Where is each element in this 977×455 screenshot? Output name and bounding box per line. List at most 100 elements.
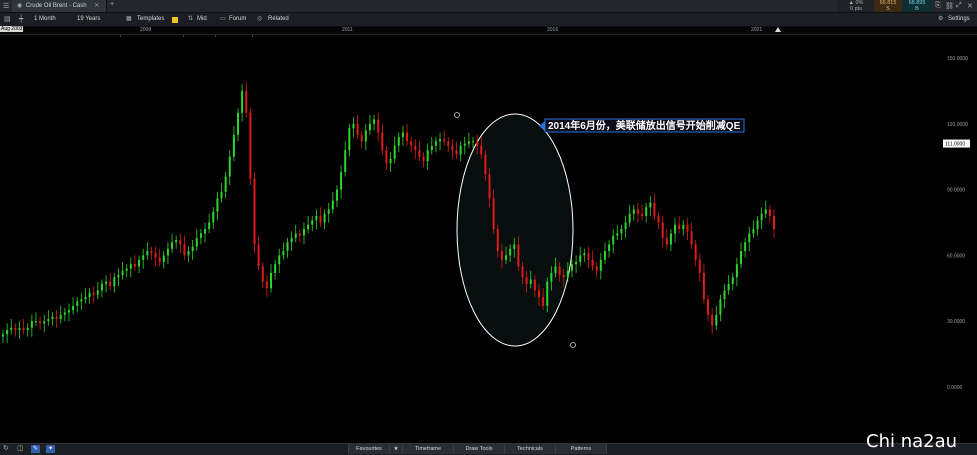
candle — [484, 154, 487, 175]
candle — [43, 321, 46, 324]
hamburger-icon[interactable]: ☰ — [3, 2, 9, 10]
candle — [146, 251, 149, 256]
candle — [96, 290, 99, 295]
forum-button[interactable]: Forum — [229, 13, 246, 26]
candle — [550, 272, 553, 282]
candle — [566, 270, 569, 278]
candle — [744, 242, 747, 252]
candle — [10, 327, 13, 330]
candle — [587, 253, 590, 260]
candle — [608, 244, 611, 252]
price-tick-label: 60.0000 — [947, 253, 965, 259]
candle — [554, 266, 557, 273]
candle — [257, 244, 260, 267]
candle — [245, 90, 248, 113]
candle — [348, 128, 351, 151]
forum-icon: ▭ — [220, 16, 226, 22]
candle — [760, 213, 763, 221]
candle — [669, 233, 672, 245]
instrument-tab[interactable]: ◉ Crude Oil Brent - Cash ✕ — [12, 0, 107, 12]
candle — [105, 281, 108, 284]
favourites-tab[interactable]: Favourites — [348, 444, 390, 454]
buy-price-button[interactable]: 68.895 B — [903, 0, 931, 12]
candle — [773, 215, 775, 230]
candle — [80, 299, 83, 302]
candle — [690, 231, 693, 245]
instrument-tab-label: Crude Oil Brent - Cash — [25, 3, 87, 9]
candle — [171, 242, 174, 249]
candle — [434, 141, 437, 146]
change-panel: ▲ 0% 0 pts — [838, 0, 874, 12]
candle — [641, 213, 644, 216]
price-chart[interactable]: 2014年6月份，美联储放出信号开始削减QE 150.0000 120.0000 9… — [0, 35, 977, 443]
price-type-select[interactable]: Mid — [197, 13, 207, 26]
candle — [426, 150, 429, 162]
drawing-handle[interactable] — [454, 112, 460, 118]
camera-icon[interactable]: ◫ — [17, 444, 24, 452]
magic-icon[interactable]: ✦ — [46, 445, 55, 453]
year-label: 2008 — [140, 27, 152, 33]
candle — [335, 189, 338, 201]
settings-button[interactable]: Settings — [948, 13, 970, 26]
trade-badge-icon[interactable] — [172, 17, 178, 23]
scroll-marker-icon[interactable] — [775, 27, 781, 32]
templates-icon: ▦ — [126, 16, 132, 22]
candle — [220, 191, 223, 199]
candle — [406, 132, 409, 142]
candle — [682, 224, 685, 230]
candle — [748, 233, 751, 243]
candle — [521, 266, 524, 278]
add-tab-icon[interactable]: + — [110, 1, 114, 8]
candle — [84, 297, 87, 300]
chart-type-icon[interactable]: ▤ — [4, 15, 11, 23]
candle — [537, 290, 540, 298]
candle — [459, 145, 462, 155]
price-tick-label: 30.0000 — [947, 319, 965, 325]
annotation-text: 2014年6月份，美联储放出信号开始削减QE — [548, 119, 741, 132]
sell-price-button[interactable]: 66.815 S — [874, 0, 902, 12]
related-button[interactable]: Related — [268, 13, 289, 26]
candle — [208, 222, 211, 230]
buy-label: B — [915, 6, 919, 12]
candle — [632, 209, 635, 214]
crosshair-icon[interactable]: ┿ — [19, 15, 23, 23]
candle — [319, 215, 322, 223]
detach-icon[interactable]: ⎘ — [935, 2, 941, 10]
templates-button[interactable]: Templates — [137, 13, 164, 26]
star-icon[interactable]: ★ — [389, 444, 403, 454]
settings-icon: ⚙ — [938, 16, 944, 22]
candle — [228, 156, 231, 177]
candle — [579, 255, 582, 262]
candle — [175, 240, 178, 243]
candle — [191, 246, 194, 252]
candle — [117, 275, 120, 278]
candle — [142, 255, 145, 260]
link-icon[interactable]: ⛓ — [945, 2, 954, 10]
candle — [232, 134, 235, 157]
close-icon[interactable]: ✕ — [967, 2, 973, 10]
patterns-tab[interactable]: Patterns — [555, 444, 607, 454]
popout-icon[interactable]: ⤢ — [956, 2, 962, 10]
candle — [274, 264, 277, 273]
candle — [570, 264, 573, 271]
pencil-icon[interactable]: ✎ — [31, 445, 40, 453]
interval-select[interactable]: 1 Month — [34, 13, 56, 26]
timeframe-tab[interactable]: Timeframe — [402, 444, 454, 454]
drawing-handle[interactable] — [570, 342, 576, 348]
range-select[interactable]: 19 Years — [77, 13, 100, 26]
refresh-icon[interactable]: ↻ — [3, 444, 9, 452]
candle — [620, 229, 623, 234]
candle — [51, 316, 54, 320]
candle — [282, 251, 285, 256]
candle — [55, 316, 58, 320]
candle — [513, 244, 516, 249]
candle — [377, 119, 380, 133]
candle — [179, 240, 182, 245]
technicals-tab[interactable]: Technicals — [504, 444, 556, 454]
draw-tools-tab[interactable]: Draw Tools — [453, 444, 505, 454]
candle — [154, 253, 157, 258]
candle — [542, 297, 545, 306]
chart-toolbar: ▤ ┿ 1 Month 19 Years ▦ Templates ⇅ Mid ▭… — [0, 13, 977, 37]
candle — [558, 266, 561, 276]
close-tab-icon[interactable]: ✕ — [94, 3, 99, 9]
